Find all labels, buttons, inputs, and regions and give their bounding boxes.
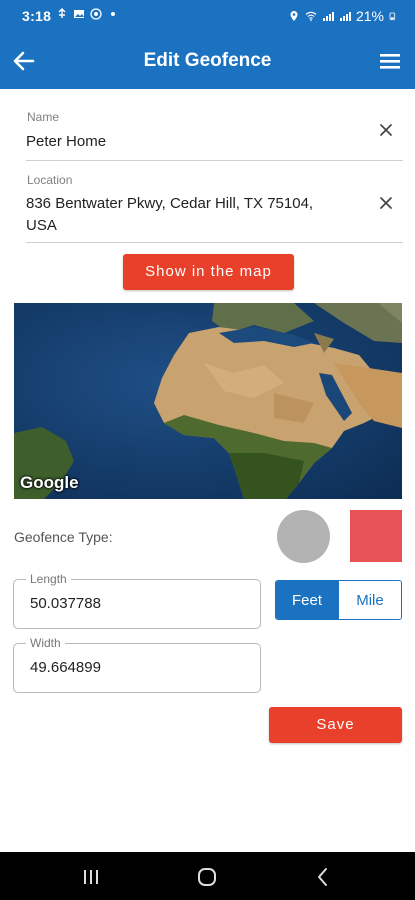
recent-apps-icon[interactable] xyxy=(80,866,102,888)
name-field[interactable]: Name Peter Home xyxy=(26,108,403,161)
back-nav-icon[interactable] xyxy=(312,866,334,888)
width-field-value[interactable]: 49.664899 xyxy=(30,659,101,676)
whatsapp-icon xyxy=(90,8,102,20)
name-field-value[interactable]: Peter Home xyxy=(26,131,106,153)
page-title: Edit Geofence xyxy=(143,50,272,71)
signal-icon xyxy=(339,12,351,21)
geofence-type-label: Geofence Type: xyxy=(14,529,113,545)
show-in-map-button[interactable]: Show in the map xyxy=(123,254,294,290)
dot-icon xyxy=(111,12,115,16)
hamburger-menu-icon[interactable] xyxy=(377,48,403,74)
wifi-icon xyxy=(305,11,317,21)
status-time: 3:18 xyxy=(22,8,52,24)
location-field[interactable]: Location 836 Bentwater Pkwy, Cedar Hill,… xyxy=(26,170,403,243)
usb-icon xyxy=(58,8,66,18)
length-field-label: Length xyxy=(26,572,71,586)
satellite-map[interactable]: Google xyxy=(14,303,402,499)
map-imagery xyxy=(14,303,402,499)
clear-location-icon[interactable] xyxy=(377,194,395,212)
status-left-icons xyxy=(56,8,119,20)
location-field-label: Location xyxy=(27,173,73,187)
name-field-label: Name xyxy=(27,110,60,124)
status-bar: 3:18 21% xyxy=(0,0,415,33)
unit-option-feet[interactable]: Feet xyxy=(276,581,338,619)
width-field-label: Width xyxy=(26,636,65,650)
circle-shape-option[interactable] xyxy=(277,510,330,563)
unit-option-mile[interactable]: Mile xyxy=(338,581,401,619)
location-icon xyxy=(290,11,298,21)
home-icon[interactable] xyxy=(196,866,218,888)
save-button[interactable]: Save xyxy=(269,707,402,743)
signal-icon xyxy=(322,12,334,21)
clear-name-icon[interactable] xyxy=(377,121,395,139)
location-field-value-line1[interactable]: 836 Bentwater Pkwy, Cedar Hill, TX 75104… xyxy=(26,193,313,215)
rectangle-shape-option[interactable] xyxy=(350,510,402,562)
battery-icon xyxy=(389,12,396,21)
google-attribution: Google xyxy=(20,473,79,492)
units-toggle[interactable]: Feet Mile xyxy=(275,580,402,620)
length-field-value[interactable]: 50.037788 xyxy=(30,595,101,612)
location-field-value-line2[interactable]: USA xyxy=(26,215,57,237)
app-bar: Edit Geofence xyxy=(0,33,415,89)
image-icon xyxy=(74,10,84,18)
length-field[interactable]: Length 50.037788 xyxy=(13,572,261,629)
status-right-icons: 21% xyxy=(288,8,397,24)
width-field[interactable]: Width 49.664899 xyxy=(13,636,261,693)
battery-percent: 21% xyxy=(355,8,384,24)
system-nav-bar xyxy=(0,852,415,900)
